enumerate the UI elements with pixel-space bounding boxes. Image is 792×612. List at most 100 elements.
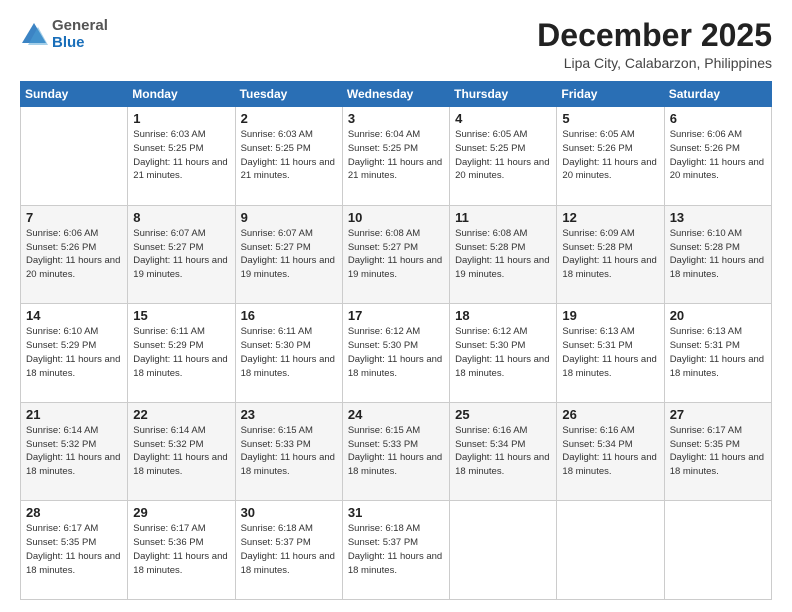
day-number: 12 [562,210,658,225]
day-number: 18 [455,308,551,323]
calendar-cell: 20 Sunrise: 6:13 AM Sunset: 5:31 PM Dayli… [664,304,771,403]
day-number: 19 [562,308,658,323]
day-info: Sunrise: 6:08 AM Sunset: 5:27 PM Dayligh… [348,227,444,282]
day-info: Sunrise: 6:10 AM Sunset: 5:28 PM Dayligh… [670,227,766,282]
day-number: 11 [455,210,551,225]
day-info: Sunrise: 6:13 AM Sunset: 5:31 PM Dayligh… [562,325,658,380]
calendar-cell: 29 Sunrise: 6:17 AM Sunset: 5:36 PM Dayli… [128,501,235,600]
day-number: 30 [241,505,337,520]
calendar-cell: 10 Sunrise: 6:08 AM Sunset: 5:27 PM Dayli… [342,205,449,304]
day-info: Sunrise: 6:12 AM Sunset: 5:30 PM Dayligh… [348,325,444,380]
calendar-cell: 25 Sunrise: 6:16 AM Sunset: 5:34 PM Dayli… [450,402,557,501]
calendar-cell: 7 Sunrise: 6:06 AM Sunset: 5:26 PM Daylig… [21,205,128,304]
calendar-week-4: 28 Sunrise: 6:17 AM Sunset: 5:35 PM Dayli… [21,501,772,600]
day-info: Sunrise: 6:06 AM Sunset: 5:26 PM Dayligh… [26,227,122,282]
calendar-cell: 27 Sunrise: 6:17 AM Sunset: 5:35 PM Dayli… [664,402,771,501]
page: General Blue December 2025 Lipa City, Ca… [0,0,792,612]
calendar-cell: 11 Sunrise: 6:08 AM Sunset: 5:28 PM Dayli… [450,205,557,304]
location: Lipa City, Calabarzon, Philippines [537,55,772,71]
day-info: Sunrise: 6:17 AM Sunset: 5:35 PM Dayligh… [26,522,122,577]
day-info: Sunrise: 6:14 AM Sunset: 5:32 PM Dayligh… [133,424,229,479]
day-number: 6 [670,111,766,126]
day-info: Sunrise: 6:17 AM Sunset: 5:35 PM Dayligh… [670,424,766,479]
day-number: 22 [133,407,229,422]
day-info: Sunrise: 6:18 AM Sunset: 5:37 PM Dayligh… [241,522,337,577]
day-number: 10 [348,210,444,225]
col-monday: Monday [128,82,235,107]
day-number: 29 [133,505,229,520]
day-number: 27 [670,407,766,422]
calendar-cell [557,501,664,600]
col-sunday: Sunday [21,82,128,107]
day-info: Sunrise: 6:03 AM Sunset: 5:25 PM Dayligh… [133,128,229,183]
calendar-cell: 14 Sunrise: 6:10 AM Sunset: 5:29 PM Dayli… [21,304,128,403]
day-info: Sunrise: 6:11 AM Sunset: 5:30 PM Dayligh… [241,325,337,380]
calendar-week-3: 21 Sunrise: 6:14 AM Sunset: 5:32 PM Dayli… [21,402,772,501]
day-number: 2 [241,111,337,126]
calendar-cell: 9 Sunrise: 6:07 AM Sunset: 5:27 PM Daylig… [235,205,342,304]
day-info: Sunrise: 6:15 AM Sunset: 5:33 PM Dayligh… [348,424,444,479]
day-number: 13 [670,210,766,225]
day-number: 17 [348,308,444,323]
calendar-cell: 16 Sunrise: 6:11 AM Sunset: 5:30 PM Dayli… [235,304,342,403]
calendar-cell: 18 Sunrise: 6:12 AM Sunset: 5:30 PM Dayli… [450,304,557,403]
day-info: Sunrise: 6:07 AM Sunset: 5:27 PM Dayligh… [133,227,229,282]
day-info: Sunrise: 6:03 AM Sunset: 5:25 PM Dayligh… [241,128,337,183]
day-info: Sunrise: 6:18 AM Sunset: 5:37 PM Dayligh… [348,522,444,577]
logo-text: General Blue [52,18,108,51]
calendar-cell: 4 Sunrise: 6:05 AM Sunset: 5:25 PM Daylig… [450,107,557,206]
calendar-body: 1 Sunrise: 6:03 AM Sunset: 5:25 PM Daylig… [21,107,772,600]
calendar-cell: 2 Sunrise: 6:03 AM Sunset: 5:25 PM Daylig… [235,107,342,206]
calendar-cell: 8 Sunrise: 6:07 AM Sunset: 5:27 PM Daylig… [128,205,235,304]
day-number: 9 [241,210,337,225]
calendar-cell: 23Sunrise: 6:15 AM Sunset: 5:33 PM Dayli… [235,402,342,501]
header: General Blue December 2025 Lipa City, Ca… [20,18,772,71]
day-number: 1 [133,111,229,126]
day-number: 5 [562,111,658,126]
day-info: Sunrise: 6:10 AM Sunset: 5:29 PM Dayligh… [26,325,122,380]
col-wednesday: Wednesday [342,82,449,107]
day-info: Sunrise: 6:13 AM Sunset: 5:31 PM Dayligh… [670,325,766,380]
day-number: 15 [133,308,229,323]
day-info: Sunrise: 6:16 AM Sunset: 5:34 PM Dayligh… [455,424,551,479]
day-info: Sunrise: 6:07 AM Sunset: 5:27 PM Dayligh… [241,227,337,282]
day-info: Sunrise: 6:17 AM Sunset: 5:36 PM Dayligh… [133,522,229,577]
day-info: Sunrise: 6:05 AM Sunset: 5:25 PM Dayligh… [455,128,551,183]
day-number: 16 [241,308,337,323]
calendar: Sunday Monday Tuesday Wednesday Thursday… [20,81,772,600]
day-number: 31 [348,505,444,520]
day-number: 28 [26,505,122,520]
day-number: 25 [455,407,551,422]
calendar-cell: 17 Sunrise: 6:12 AM Sunset: 5:30 PM Dayli… [342,304,449,403]
day-info: Sunrise: 6:12 AM Sunset: 5:30 PM Dayligh… [455,325,551,380]
weekday-row: Sunday Monday Tuesday Wednesday Thursday… [21,82,772,107]
calendar-cell: 13 Sunrise: 6:10 AM Sunset: 5:28 PM Dayli… [664,205,771,304]
day-info: Sunrise: 6:04 AM Sunset: 5:25 PM Dayligh… [348,128,444,183]
calendar-cell: 6 Sunrise: 6:06 AM Sunset: 5:26 PM Daylig… [664,107,771,206]
logo-blue: Blue [52,34,85,51]
calendar-cell [21,107,128,206]
col-thursday: Thursday [450,82,557,107]
day-number: 4 [455,111,551,126]
calendar-cell: 1 Sunrise: 6:03 AM Sunset: 5:25 PM Daylig… [128,107,235,206]
day-info: Sunrise: 6:08 AM Sunset: 5:28 PM Dayligh… [455,227,551,282]
calendar-cell: 28 Sunrise: 6:17 AM Sunset: 5:35 PM Dayli… [21,501,128,600]
day-info: Sunrise: 6:06 AM Sunset: 5:26 PM Dayligh… [670,128,766,183]
day-number: 20 [670,308,766,323]
day-info: Sunrise: 6:09 AM Sunset: 5:28 PM Dayligh… [562,227,658,282]
col-tuesday: Tuesday [235,82,342,107]
day-number: 26 [562,407,658,422]
day-info: Sunrise: 6:14 AM Sunset: 5:32 PM Dayligh… [26,424,122,479]
calendar-cell: 24Sunrise: 6:15 AM Sunset: 5:33 PM Dayli… [342,402,449,501]
day-number: 3 [348,111,444,126]
logo-general: General [52,17,108,34]
day-number: 7 [26,210,122,225]
title-block: December 2025 Lipa City, Calabarzon, Phi… [537,18,772,71]
calendar-week-2: 14 Sunrise: 6:10 AM Sunset: 5:29 PM Dayli… [21,304,772,403]
calendar-cell: 15Sunrise: 6:11 AM Sunset: 5:29 PM Dayli… [128,304,235,403]
day-number: 21 [26,407,122,422]
day-number: 14 [26,308,122,323]
day-number: 8 [133,210,229,225]
col-saturday: Saturday [664,82,771,107]
calendar-cell: 26Sunrise: 6:16 AM Sunset: 5:34 PM Dayli… [557,402,664,501]
